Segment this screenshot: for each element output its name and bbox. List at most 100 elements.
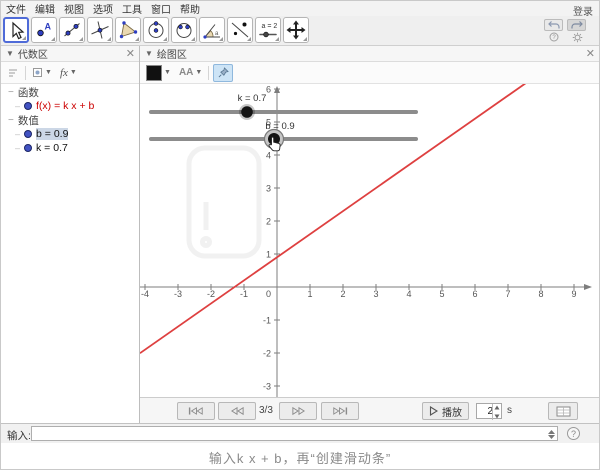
- conic-tool[interactable]: [171, 17, 197, 43]
- menu-item-window[interactable]: 窗口: [151, 1, 171, 16]
- caption-area: 输入k x + b，再“创建滑动条”: [1, 443, 599, 469]
- graphics-canvas[interactable]: -4 -3 -2 -1 1 2 3 4 5 6 7 8 9 -3 -2 -1 1 2 3 4 5 6 0 k = 0.7 b =…: [140, 84, 599, 397]
- algebra-item-b[interactable]: – b = 0.9: [1, 127, 139, 141]
- undo-button[interactable]: [544, 19, 563, 31]
- line-tool[interactable]: [59, 17, 85, 43]
- menu-item-help[interactable]: 帮助: [180, 1, 200, 16]
- spin-down-icon[interactable]: [494, 414, 500, 419]
- chevron-up-icon: [547, 429, 555, 434]
- input-help-button[interactable]: ?: [567, 427, 580, 440]
- y-tick-label: -1: [263, 316, 271, 326]
- x-tick-label: 5: [439, 289, 444, 299]
- slider-b-label: b = 0.9: [265, 121, 294, 132]
- move-view-tool[interactable]: [283, 17, 309, 43]
- fx-style-button[interactable]: fx ▼: [58, 64, 79, 82]
- input-history-toggle[interactable]: [546, 428, 556, 440]
- x-tick-label: 9: [571, 289, 576, 299]
- algebra-panel-header[interactable]: ▼ 代数区 ✕: [1, 46, 139, 62]
- x-tick-label: 2: [340, 289, 345, 299]
- input-bar: 输入: ?: [1, 423, 599, 443]
- object-visibility-dot[interactable]: [24, 102, 33, 110]
- algebra-item-f[interactable]: – f(x) = k x + b: [1, 99, 139, 113]
- reflect-tool[interactable]: [227, 17, 253, 43]
- sort-icon: [9, 68, 17, 77]
- move-tool[interactable]: [3, 17, 29, 43]
- point-tool[interactable]: A: [31, 17, 57, 43]
- perpendicular-line-tool[interactable]: [87, 17, 113, 43]
- speed-spinner[interactable]: 2: [476, 403, 502, 420]
- algebra-group-functions[interactable]: − 函数: [1, 85, 139, 99]
- x-tick-label: 7: [505, 289, 510, 299]
- collapse-caret-icon[interactable]: ▼: [6, 49, 14, 58]
- color-picker-button[interactable]: ▼: [144, 64, 173, 82]
- menu-item-edit[interactable]: 编辑: [35, 1, 55, 16]
- gear-icon[interactable]: [572, 32, 583, 45]
- auxiliary-objects-button[interactable]: ▼: [30, 64, 54, 82]
- algebra-tree: − 函数 – f(x) = k x + b − 数值 – b = 0.9– k = 0.7: [1, 85, 139, 155]
- collapse-minus-icon[interactable]: −: [8, 87, 14, 98]
- collapse-minus-icon[interactable]: −: [8, 115, 14, 126]
- chevron-down-icon: ▼: [45, 69, 52, 76]
- angle-tool[interactable]: a: [199, 17, 225, 43]
- object-visibility-dot[interactable]: [24, 144, 33, 152]
- step-forward-icon: [291, 406, 305, 416]
- tree-connector: –: [15, 129, 21, 139]
- x-tick-label: -2: [207, 289, 215, 299]
- menu-item-view[interactable]: 视图: [64, 1, 84, 16]
- y-tick-label: -2: [263, 349, 271, 359]
- skip-to-end-button[interactable]: [321, 402, 359, 420]
- text-size-button[interactable]: AA ▼: [177, 64, 204, 82]
- pin-button[interactable]: [213, 63, 234, 82]
- tool-buttons: Aa a = 2: [3, 17, 309, 43]
- sort-objects-button[interactable]: [5, 64, 21, 82]
- step-back-button[interactable]: [218, 402, 256, 420]
- collapse-caret-icon[interactable]: ▼: [145, 49, 153, 58]
- command-input[interactable]: [31, 426, 558, 441]
- function-line-f[interactable]: [140, 84, 540, 354]
- redo-icon: [570, 21, 583, 29]
- x-tick-label: -3: [174, 289, 182, 299]
- svg-text:a = 2: a = 2: [262, 23, 278, 30]
- screenshot-root: 文件 编辑 视图 选项 工具 窗口 帮助 登录 Aaa = 2 ? ▼ 代数区 …: [0, 0, 600, 470]
- step-counter: 3/3: [259, 405, 273, 416]
- x-tick-label: -1: [240, 289, 248, 299]
- construction-protocol-button[interactable]: [548, 402, 578, 420]
- divider: [25, 65, 26, 80]
- algebra-group-numbers[interactable]: − 数值: [1, 113, 139, 127]
- algebra-item-k[interactable]: – k = 0.7: [1, 141, 139, 155]
- menu-item-tools[interactable]: 工具: [122, 1, 142, 16]
- x-tick-label: 1: [307, 289, 312, 299]
- toolbar: Aa a = 2 ?: [1, 16, 599, 46]
- help-icon[interactable]: ?: [549, 32, 559, 44]
- skip-start-icon: [188, 407, 203, 415]
- spinner-arrows[interactable]: [492, 404, 501, 420]
- svg-text:a: a: [215, 31, 219, 37]
- object-visibility-dot[interactable]: [24, 130, 33, 138]
- play-button[interactable]: 播放: [422, 402, 469, 420]
- chevron-down-icon: ▼: [164, 69, 171, 76]
- close-icon[interactable]: ✕: [126, 47, 135, 60]
- circle-tool[interactable]: [143, 17, 169, 43]
- graph-svg: -4 -3 -2 -1 1 2 3 4 5 6 7 8 9-3-2-11234560k = 0.7b =…: [140, 84, 592, 397]
- redo-button[interactable]: [567, 19, 586, 31]
- speed-value: 2: [487, 406, 493, 417]
- polygon-tool[interactable]: [115, 17, 141, 43]
- play-icon: [429, 406, 438, 416]
- spin-up-icon[interactable]: [494, 405, 500, 410]
- x-tick-label: 6: [472, 289, 477, 299]
- divider: [208, 65, 210, 80]
- menu-item-file[interactable]: 文件: [6, 1, 26, 16]
- close-icon[interactable]: ✕: [586, 47, 595, 60]
- tree-connector: –: [15, 101, 21, 111]
- svg-text:A: A: [45, 22, 52, 32]
- step-forward-button[interactable]: [279, 402, 317, 420]
- geogebra-window: 文件 编辑 视图 选项 工具 窗口 帮助 登录 Aaa = 2 ? ▼ 代数区 …: [1, 1, 599, 443]
- slider-tool[interactable]: a = 2: [255, 17, 281, 43]
- menu-item-options[interactable]: 选项: [93, 1, 113, 16]
- graphics-panel-title: 绘图区: [156, 50, 187, 61]
- caption-text: 输入k x + b，再“创建滑动条”: [208, 450, 392, 466]
- graphics-panel-header[interactable]: ▼ 绘图区 ✕: [140, 46, 599, 62]
- y-tick-label: 6: [266, 85, 271, 95]
- skip-to-start-button[interactable]: [177, 402, 215, 420]
- slider-k-point[interactable]: [241, 106, 253, 118]
